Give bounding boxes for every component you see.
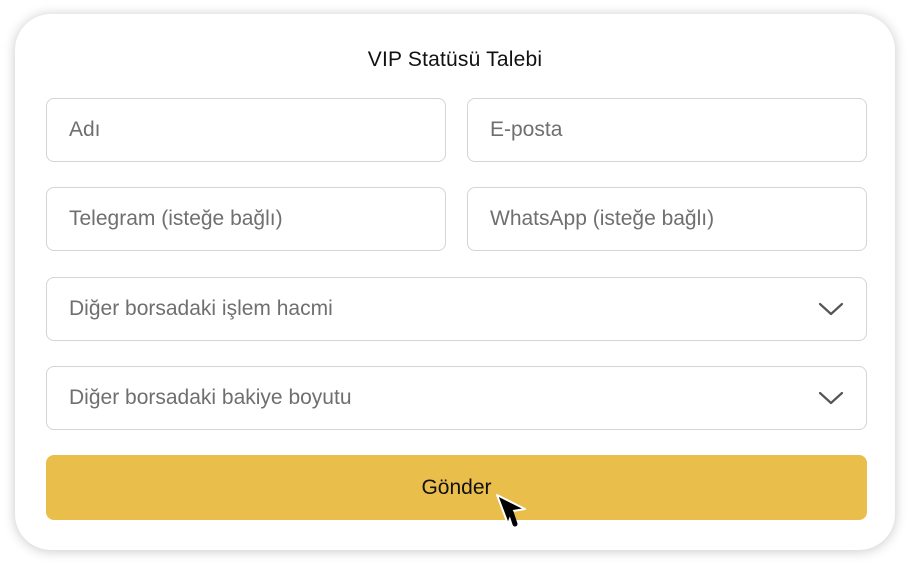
email-field[interactable]: E-posta — [467, 98, 867, 162]
telegram-placeholder: Telegram (isteğe bağlı) — [69, 207, 283, 230]
form-title: VIP Statüsü Talebi — [367, 48, 543, 71]
balance-size-select[interactable]: Diğer borsadaki bakiye boyutu — [46, 366, 867, 430]
vip-request-card: VIP Statüsü Talebi Adı E-posta Telegram … — [15, 14, 895, 550]
chevron-down-icon — [818, 301, 844, 317]
trading-volume-placeholder: Diğer borsadaki işlem hacmi — [69, 297, 333, 320]
chevron-down-icon — [818, 390, 844, 406]
mouse-cursor-icon — [494, 493, 530, 533]
submit-label: Gönder — [421, 475, 492, 499]
trading-volume-select[interactable]: Diğer borsadaki işlem hacmi — [46, 277, 867, 341]
telegram-field[interactable]: Telegram (isteğe bağlı) — [46, 187, 446, 251]
email-placeholder: E-posta — [490, 118, 563, 141]
whatsapp-placeholder: WhatsApp (isteğe bağlı) — [490, 207, 715, 230]
whatsapp-field[interactable]: WhatsApp (isteğe bağlı) — [467, 187, 867, 251]
balance-size-placeholder: Diğer borsadaki bakiye boyutu — [69, 386, 352, 409]
name-field[interactable]: Adı — [46, 98, 446, 162]
submit-button[interactable]: Gönder — [46, 455, 867, 520]
name-placeholder: Adı — [69, 118, 101, 141]
